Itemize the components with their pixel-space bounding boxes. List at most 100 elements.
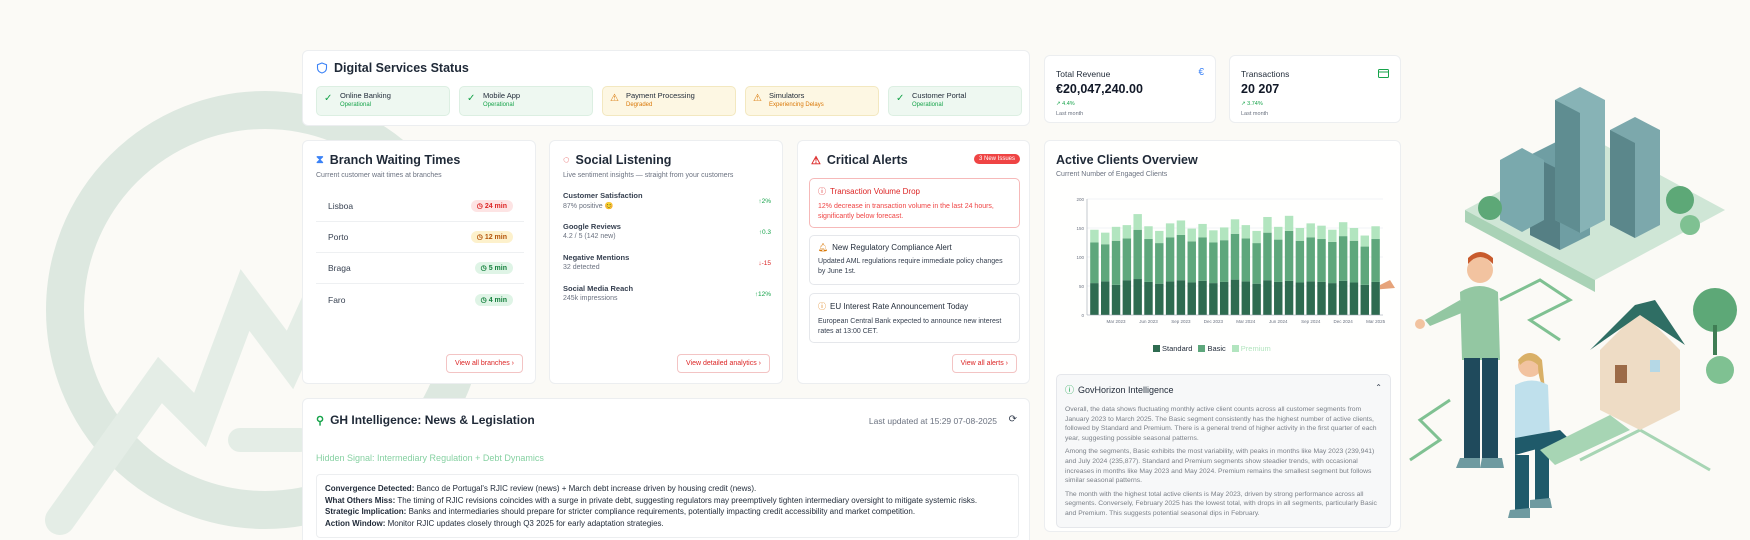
active-clients-chart: 0 50 100 150 200 Mar 2023 Jun 2023 Sep 2023 Dec … xyxy=(1076,197,1385,324)
total-revenue-card[interactable]: Total Revenue € €20,047,240.00 ↗ 4.4% La… xyxy=(1044,55,1216,123)
service-payment-processing[interactable]: ⚠ Payment Processing Degraded xyxy=(602,86,736,116)
social-metric: Social Media Reach 245k impressions ↑12% xyxy=(563,284,771,315)
view-all-alerts-link[interactable]: View all alerts › xyxy=(951,354,1017,373)
refresh-icon[interactable]: ⟳ xyxy=(1009,414,1017,425)
bar-standard xyxy=(1133,279,1142,315)
bar-premium xyxy=(1111,226,1121,241)
social-listening-title: ◌ Social Listening xyxy=(563,153,671,167)
service-mobile-app[interactable]: ✓ Mobile App Operational xyxy=(459,86,593,116)
alert-title: EU Interest Rate Announcement Today xyxy=(830,302,969,311)
bar-standard xyxy=(1111,284,1121,315)
kpi-label: Transactions xyxy=(1241,69,1290,79)
branch-row-braga[interactable]: Braga ◷ 5 min xyxy=(316,253,524,284)
service-online-banking[interactable]: ✓ Online Banking Operational xyxy=(316,86,450,116)
bar-premium xyxy=(1122,225,1132,239)
bar-premium xyxy=(1371,226,1380,240)
legend-basic[interactable]: Basic xyxy=(1198,344,1226,353)
clock-icon: ◷ xyxy=(480,265,489,272)
bar-standard xyxy=(1371,281,1380,315)
branch-row-faro[interactable]: Faro ◷ 4 min xyxy=(316,284,524,315)
x-tick-label: Jun 2024 xyxy=(1269,319,1288,324)
bar-premium xyxy=(1338,222,1348,237)
clock-icon: ◷ xyxy=(476,234,485,241)
chat-bubble-icon: ◌ xyxy=(563,154,570,166)
bar-premium xyxy=(1155,230,1164,244)
check-icon: ✓ xyxy=(896,93,905,104)
kpi-value: 20 207 xyxy=(1241,82,1280,96)
metric-trend: ↓-15 xyxy=(758,260,771,267)
bar-standard xyxy=(1306,281,1315,315)
last-updated: Last updated at 15:29 07-08-2025 xyxy=(868,416,997,426)
alert-item[interactable]: ⓘ EU Interest Rate Announcement Today Eur… xyxy=(809,293,1020,343)
bar-standard xyxy=(1241,281,1251,315)
branch-name: Braga xyxy=(328,263,351,273)
chevron-right-icon: › xyxy=(1005,360,1008,367)
warning-icon: ⚠ xyxy=(811,154,821,167)
insight-line: Action Window: Monitor RJIC updates clos… xyxy=(325,518,664,528)
metric-value: 87% positive 😊 xyxy=(563,203,614,210)
new-issues-badge: 3 New Issues xyxy=(973,154,1020,164)
chevron-right-icon: › xyxy=(758,360,761,367)
bar-standard xyxy=(1263,280,1272,315)
intel-title: GovHorizon Intelligence xyxy=(1078,384,1174,395)
metric-trend: ↑2% xyxy=(758,198,771,205)
bar-premium xyxy=(1317,225,1326,240)
wait-badge: ◷ 24 min xyxy=(470,200,513,212)
kpi-value: €20,047,240.00 xyxy=(1056,82,1143,96)
bar-premium xyxy=(1295,228,1305,241)
x-tick-label: Dec 2023 xyxy=(1204,319,1224,324)
warning-icon: ⚠ xyxy=(610,93,619,104)
branch-list: Lisboa ◷ 24 min Porto ◷ 12 min Braga ◷ 5… xyxy=(316,191,524,315)
view-detailed-analytics-link[interactable]: View detailed analytics › xyxy=(677,354,770,373)
insight-line: What Others Miss: The timing of RJIC rev… xyxy=(325,495,978,505)
kpi-change: ↗ 3.74% xyxy=(1241,101,1263,107)
info-icon: ⓘ xyxy=(1065,385,1075,395)
service-name: Online Banking xyxy=(340,91,391,100)
bar-basic xyxy=(1230,233,1240,280)
social-metric: Customer Satisfaction 87% positive 😊 ↑2% xyxy=(563,191,771,222)
bar-basic xyxy=(1209,242,1218,284)
bar-standard xyxy=(1155,283,1164,315)
legend-premium[interactable]: Premium xyxy=(1231,344,1271,353)
services-list: ✓ Online Banking Operational ✓ Mobile Ap… xyxy=(316,86,1022,116)
bar-basic xyxy=(1338,236,1348,281)
intel-paragraph: Overall, the data shows fluctuating mont… xyxy=(1065,406,1377,442)
branch-row-lisboa[interactable]: Lisboa ◷ 24 min xyxy=(316,191,524,222)
legend-standard[interactable]: Standard xyxy=(1153,344,1192,353)
bar-premium xyxy=(1133,214,1142,230)
metric-name: Negative Mentions xyxy=(563,253,630,262)
social-metric: Google Reviews 4.2 / 5 (142 new) ↑0.3 xyxy=(563,222,771,253)
social-listening-card: ◌ Social Listening Live sentiment insigh… xyxy=(549,140,783,384)
wait-badge: ◷ 4 min xyxy=(474,293,513,306)
critical-alerts-title: ⚠ Critical Alerts xyxy=(811,153,908,167)
govhorizon-header[interactable]: ⓘ GovHorizon Intelligence xyxy=(1065,383,1174,396)
branch-waiting-title: ⧗ Branch Waiting Times xyxy=(316,153,460,167)
kpi-label: Total Revenue xyxy=(1056,69,1111,79)
service-status: Degraded xyxy=(626,102,653,108)
kpi-change: ↗ 4.4% xyxy=(1056,101,1075,107)
clock-icon: ◷ xyxy=(480,296,489,304)
alert-description: European Central Bank expected to announ… xyxy=(818,318,1002,335)
view-all-branches-link[interactable]: View all branches › xyxy=(445,354,523,373)
gh-insight-body: Convergence Detected: Banco de Portugal'… xyxy=(316,474,1019,538)
bar-standard xyxy=(1252,283,1261,315)
bar-basic xyxy=(1328,241,1337,284)
metric-name: Social Media Reach xyxy=(563,284,634,293)
alert-item[interactable]: 🔔︎ New Regulatory Compliance Alert Update… xyxy=(809,235,1020,285)
alert-description: Updated AML regulations require immediat… xyxy=(818,258,1003,275)
wait-time: 4 min xyxy=(488,296,507,304)
branch-row-porto[interactable]: Porto ◷ 12 min xyxy=(316,222,524,253)
metric-value: 245k impressions xyxy=(563,295,618,302)
service-name: Payment Processing xyxy=(626,91,695,100)
alerts-title-text: Critical Alerts xyxy=(826,153,908,167)
alert-item[interactable]: ⓘ Transaction Volume Drop 12% decrease in… xyxy=(809,178,1020,228)
service-status: Experiencing Delays xyxy=(769,102,824,108)
service-customer-portal[interactable]: ✓ Customer Portal Operational xyxy=(888,86,1022,116)
bar-basic xyxy=(1371,239,1380,282)
metric-name: Customer Satisfaction xyxy=(563,191,643,200)
wait-badge: ◷ 5 min xyxy=(474,262,513,274)
warning-icon: ⚠ xyxy=(753,93,762,104)
service-simulators[interactable]: ⚠ Simulators Experiencing Delays xyxy=(745,86,879,116)
bar-standard xyxy=(1144,281,1153,315)
transactions-card[interactable]: Transactions 20 207 ↗ 3.74% Last month xyxy=(1229,55,1401,123)
